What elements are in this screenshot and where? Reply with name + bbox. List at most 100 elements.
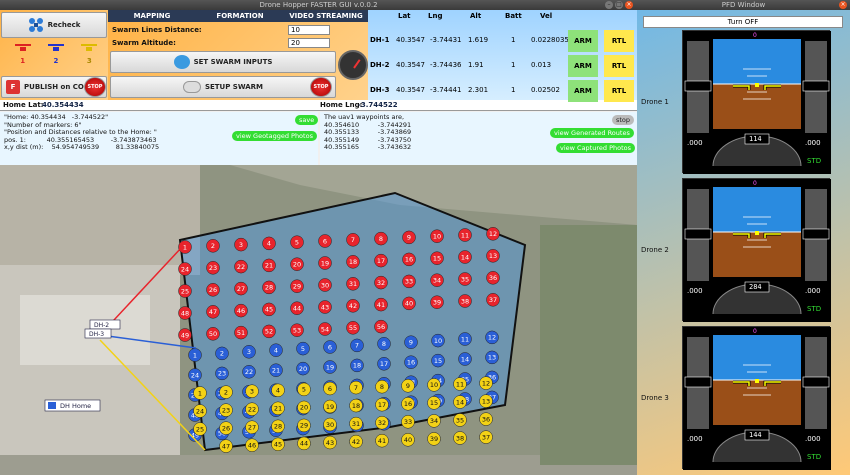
red-waypoint-number: 13 <box>489 252 497 260</box>
blue-waypoint-number: 1 <box>193 351 197 359</box>
altitude-value: .000 <box>805 139 821 147</box>
red-waypoint-number: 5 <box>295 239 299 247</box>
sky <box>713 187 801 232</box>
yellow-waypoint-number: 20 <box>300 404 308 412</box>
baro-std: STD <box>807 453 822 461</box>
save-button[interactable]: save <box>295 115 319 125</box>
arm-button[interactable]: ARM <box>568 30 598 52</box>
view-generated-routes-button[interactable]: view Generated Routes <box>550 128 634 138</box>
yellow-waypoint-number: 31 <box>352 420 360 428</box>
drone-name: DH-2 <box>370 61 390 69</box>
maximize-button[interactable]: □ <box>615 1 623 9</box>
rtl-button[interactable]: RTL <box>604 80 634 102</box>
turn-off-button[interactable]: Turn OFF <box>643 16 843 28</box>
drone-label-dh2: DH-2 <box>94 322 109 329</box>
tab-formation[interactable]: FORMATION <box>196 10 284 22</box>
swarm-altitude-input[interactable]: 20 <box>288 38 330 48</box>
red-waypoint-number: 38 <box>461 297 469 305</box>
drone-icon-1[interactable]: 1 <box>13 43 33 73</box>
vel-value: 0.0228035 <box>531 36 569 44</box>
rtl-button[interactable]: RTL <box>604 55 634 77</box>
gauge-icon <box>338 50 368 80</box>
home-lng-value: -3.744522 <box>358 101 398 109</box>
pfd-close-button[interactable]: × <box>839 1 847 9</box>
arm-button[interactable]: ARM <box>568 55 598 77</box>
blue-waypoint-number: 24 <box>191 371 199 379</box>
yellow-waypoint-number: 41 <box>378 437 386 445</box>
baro-std: STD <box>807 305 822 313</box>
blue-waypoint-number: 14 <box>461 355 469 363</box>
recheck-button[interactable]: Recheck <box>1 12 107 38</box>
blue-waypoint-number: 8 <box>382 340 386 348</box>
blue-waypoint-number: 15 <box>434 357 442 365</box>
quadcopter-red-icon <box>14 44 31 51</box>
waypoints-output-text: The uav1 waypoints are, 40.354610 -3.744… <box>320 112 637 165</box>
home-label: DH Home <box>60 402 91 410</box>
yellow-waypoint-number: 7 <box>354 384 358 392</box>
rtl-button[interactable]: RTL <box>604 30 634 52</box>
swarm-lines-input[interactable]: 10 <box>288 25 330 35</box>
drone-icon-2[interactable]: 2 <box>46 43 66 73</box>
set-swarm-inputs-button[interactable]: SET SWARM INPUTS <box>110 51 336 73</box>
red-waypoint-number: 30 <box>321 281 329 289</box>
red-waypoint-number: 16 <box>405 256 413 264</box>
red-waypoint-number: 19 <box>321 259 329 267</box>
heading-value: 114 <box>749 135 762 143</box>
tab-label: VIDEO STREAMING <box>289 12 363 20</box>
yellow-waypoint-number: 29 <box>300 422 308 430</box>
tab-label: MAPPING <box>133 12 171 20</box>
yellow-waypoint-number: 18 <box>352 402 360 410</box>
setup-swarm-button[interactable]: SETUP SWARM <box>110 76 336 98</box>
telemetry-row: DH-3 40.3547 -3.74441 2.301 1 0.02502 ARM RTL <box>368 80 637 102</box>
primary-flight-display: 284 .000 .000 STD 0 <box>682 178 831 322</box>
recheck-label: Recheck <box>47 21 81 29</box>
minimize-button[interactable]: – <box>605 1 613 9</box>
yellow-waypoint-number: 16 <box>404 400 412 408</box>
tab-mapping[interactable]: MAPPING <box>108 10 196 22</box>
tape-top-value: 0 <box>753 32 757 39</box>
yellow-waypoint-number: 10 <box>430 381 438 389</box>
drone-icon-3[interactable]: 3 <box>79 43 99 73</box>
altitude-value: .000 <box>805 435 821 443</box>
blue-waypoint-number: 9 <box>409 339 413 347</box>
telemetry-row: DH-1 40.3547 -3.74431 1.619 1 0.0228035 ARM RTL <box>368 30 637 52</box>
yellow-waypoint-number: 23 <box>222 406 230 414</box>
view-geotagged-button[interactable]: view Geotagged Photos <box>232 131 317 141</box>
publish-stop-button[interactable]: STOP <box>84 77 106 97</box>
arm-button[interactable]: ARM <box>568 80 598 102</box>
red-waypoint-number: 20 <box>293 261 301 269</box>
map-view[interactable]: 1 2 3 4 5 6 7 8 9 10 11 12 13 14 15 16 17 18 19 20 21 22 23 24 2… <box>0 165 637 475</box>
tab-video-streaming[interactable]: VIDEO STREAMING <box>284 10 368 22</box>
speed-readout-box <box>684 228 712 240</box>
red-waypoint-number: 12 <box>489 230 497 238</box>
yellow-waypoint-number: 35 <box>456 416 464 424</box>
yellow-waypoint-number: 30 <box>326 421 334 429</box>
red-waypoint-number: 51 <box>237 329 245 337</box>
red-waypoint-number: 24 <box>181 265 189 273</box>
red-waypoint-number: 32 <box>377 279 385 287</box>
swarm-lines-value: 10 <box>291 26 300 34</box>
blue-waypoint-number: 4 <box>274 347 278 355</box>
output-line: x,y dist (m): 54.954749539 81.33840075 <box>4 143 160 151</box>
lat-value: 40.3547 <box>396 61 425 69</box>
sky <box>713 335 801 380</box>
red-waypoint-number: 27 <box>237 285 245 293</box>
red-waypoint-number: 48 <box>181 309 189 317</box>
stop-label: STOP <box>313 84 329 90</box>
view-captured-photos-button[interactable]: view Captured Photos <box>556 143 635 153</box>
red-waypoint-number: 56 <box>377 323 385 331</box>
window-controls: – □ × <box>605 1 633 9</box>
pfd-titlebar: PFD Window × <box>637 0 850 10</box>
swarm-altitude-label: Swarm Altitude: <box>112 39 176 47</box>
stop-waypoints-button[interactable]: stop <box>612 115 635 125</box>
red-waypoint-number: 1 <box>183 243 187 251</box>
yellow-waypoint-number: 6 <box>328 385 332 393</box>
setup-stop-button[interactable]: STOP <box>310 77 332 97</box>
yellow-waypoint-number: 36 <box>482 415 490 423</box>
red-waypoint-number: 54 <box>321 325 329 333</box>
red-waypoint-number: 53 <box>293 327 301 335</box>
drone-name: DH-3 <box>370 86 390 94</box>
close-button[interactable]: × <box>625 1 633 9</box>
yellow-waypoint-number: 38 <box>456 434 464 442</box>
home-icon <box>48 402 56 409</box>
